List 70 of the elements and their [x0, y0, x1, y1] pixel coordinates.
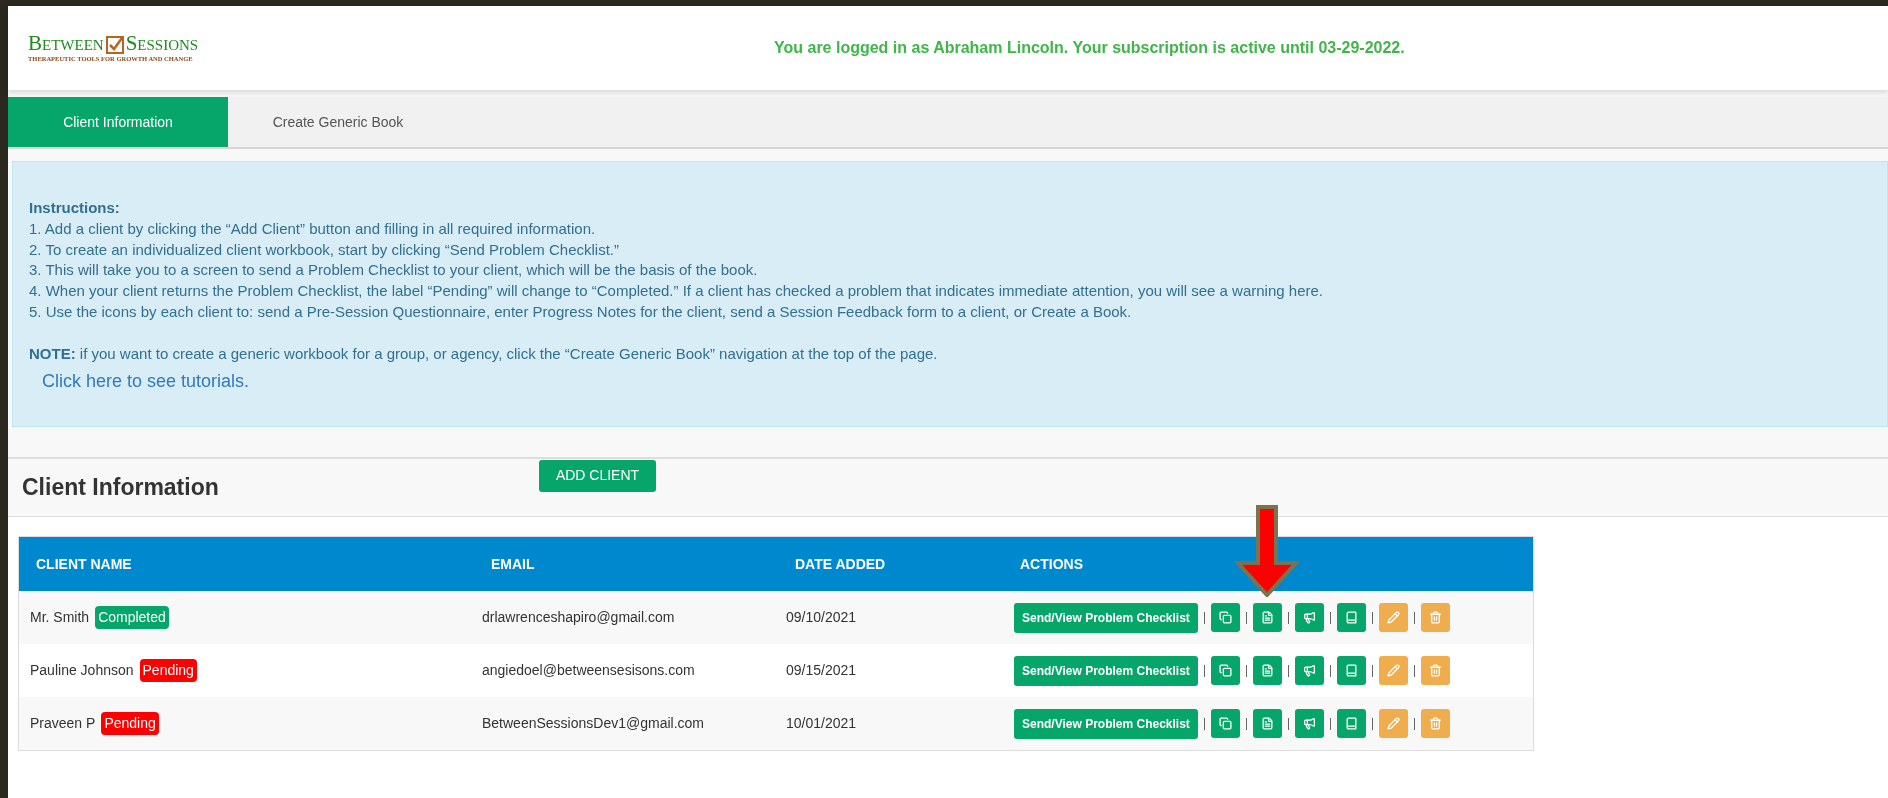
date-cell: 10/01/2021 [786, 715, 857, 731]
delete-button[interactable] [1420, 709, 1450, 738]
checklist-button[interactable]: Send/View Problem Checklist [1014, 602, 1198, 633]
document-icon [1260, 664, 1274, 677]
column-header: ACTIONS [1020, 555, 1083, 572]
copy-button[interactable] [1210, 603, 1240, 632]
megaphone-button[interactable] [1294, 656, 1324, 685]
edit-button[interactable] [1378, 603, 1408, 632]
book-button[interactable] [1336, 656, 1366, 685]
edit-icon [1386, 664, 1400, 677]
date-cell: 09/10/2021 [786, 609, 857, 625]
delete-button[interactable] [1420, 656, 1450, 685]
status-badge: Completed [95, 606, 169, 629]
delete-button[interactable] [1420, 603, 1450, 632]
checklist-button[interactable]: Send/View Problem Checklist [1014, 708, 1198, 739]
copy-button[interactable] [1210, 656, 1240, 685]
megaphone-icon [1302, 664, 1316, 677]
edit-icon [1386, 611, 1400, 624]
instruction-line: 3. This will take you to a screen to send a Problem Checklist to your client, which will be the basis of the book. [29, 260, 759, 281]
client-name: Mr. Smith [30, 608, 90, 627]
document-icon [1260, 717, 1274, 730]
add-client-button[interactable]: ADD CLIENT [539, 459, 656, 492]
column-header: CLIENT NAME [36, 555, 132, 572]
megaphone-icon [1302, 717, 1316, 730]
logo-text: SESSIONS [125, 32, 199, 54]
checklist-button[interactable]: Send/View Problem Checklist [1014, 655, 1198, 686]
document-button[interactable] [1252, 709, 1282, 738]
status-badge: Pending [101, 712, 159, 735]
copy-button[interactable] [1210, 709, 1240, 738]
email-cell: drlawrenceshapiro@gmail.com [482, 609, 675, 625]
megaphone-button[interactable] [1294, 603, 1324, 632]
edit-button[interactable] [1378, 709, 1408, 738]
megaphone-icon [1302, 611, 1316, 624]
status-badge: Pending [139, 659, 197, 682]
instruction-line: 4. When your client returns the Problem Checklist, the label “Pending” will change to “Completed.” If a client has checked a problem that indicates immediate attention, you will see a warning here. [29, 281, 1324, 302]
book-icon [1344, 611, 1358, 624]
note-text: NOTE: if you want to create a generic workbook for a group, or agency, click the “Create Generic Book” navigation at the top of the page. [29, 343, 939, 364]
book-icon [1344, 717, 1358, 730]
delete-icon [1428, 611, 1442, 624]
subscription-message: You are logged in as Abraham Lincoln. Your subscription is active until 03-29-2022. [774, 38, 1405, 58]
book-button[interactable] [1336, 709, 1366, 738]
email-cell: BetweenSessionsDev1@gmail.com [482, 715, 704, 731]
delete-icon [1428, 717, 1442, 730]
client-name: Pauline Johnson [30, 661, 134, 680]
column-header: DATE ADDED [795, 555, 886, 572]
edit-icon [1386, 717, 1400, 730]
client-name: Praveen P [30, 714, 96, 733]
column-header: EMAIL [491, 555, 535, 572]
document-icon [1260, 611, 1274, 624]
instruction-line: 5. Use the icons by each client to: send a Pre-Session Questionnaire, enter Progress Notes for the client, send a Session Feedback form to a client, or Create a Book. [29, 302, 1133, 322]
document-button[interactable] [1252, 603, 1282, 632]
tutorials-link[interactable]: Click here to see tutorials. [42, 370, 250, 392]
book-button[interactable] [1336, 603, 1366, 632]
section-heading: Client Information [22, 473, 220, 503]
copy-icon [1218, 717, 1232, 730]
date-cell: 09/15/2021 [786, 662, 857, 678]
instructions-title: Instructions: [29, 198, 121, 218]
document-button[interactable] [1252, 656, 1282, 685]
checkbox-icon [105, 35, 124, 54]
logo-text: BETWEEN [28, 32, 104, 54]
tab[interactable]: Client Information [8, 97, 228, 147]
email-cell: angiedoel@betweensesisons.com [482, 662, 695, 678]
edit-button[interactable] [1378, 656, 1408, 685]
book-icon [1344, 664, 1358, 677]
instruction-line: 2. To create an individualized client workbook, start by clicking “Send Problem Checklist.” [29, 239, 620, 260]
copy-icon [1218, 611, 1232, 624]
instruction-line: 1. Add a client by clicking the “Add Client” button and filling in all required information. [29, 218, 597, 239]
megaphone-button[interactable] [1294, 709, 1324, 738]
delete-icon [1428, 664, 1442, 677]
copy-icon [1218, 664, 1232, 677]
